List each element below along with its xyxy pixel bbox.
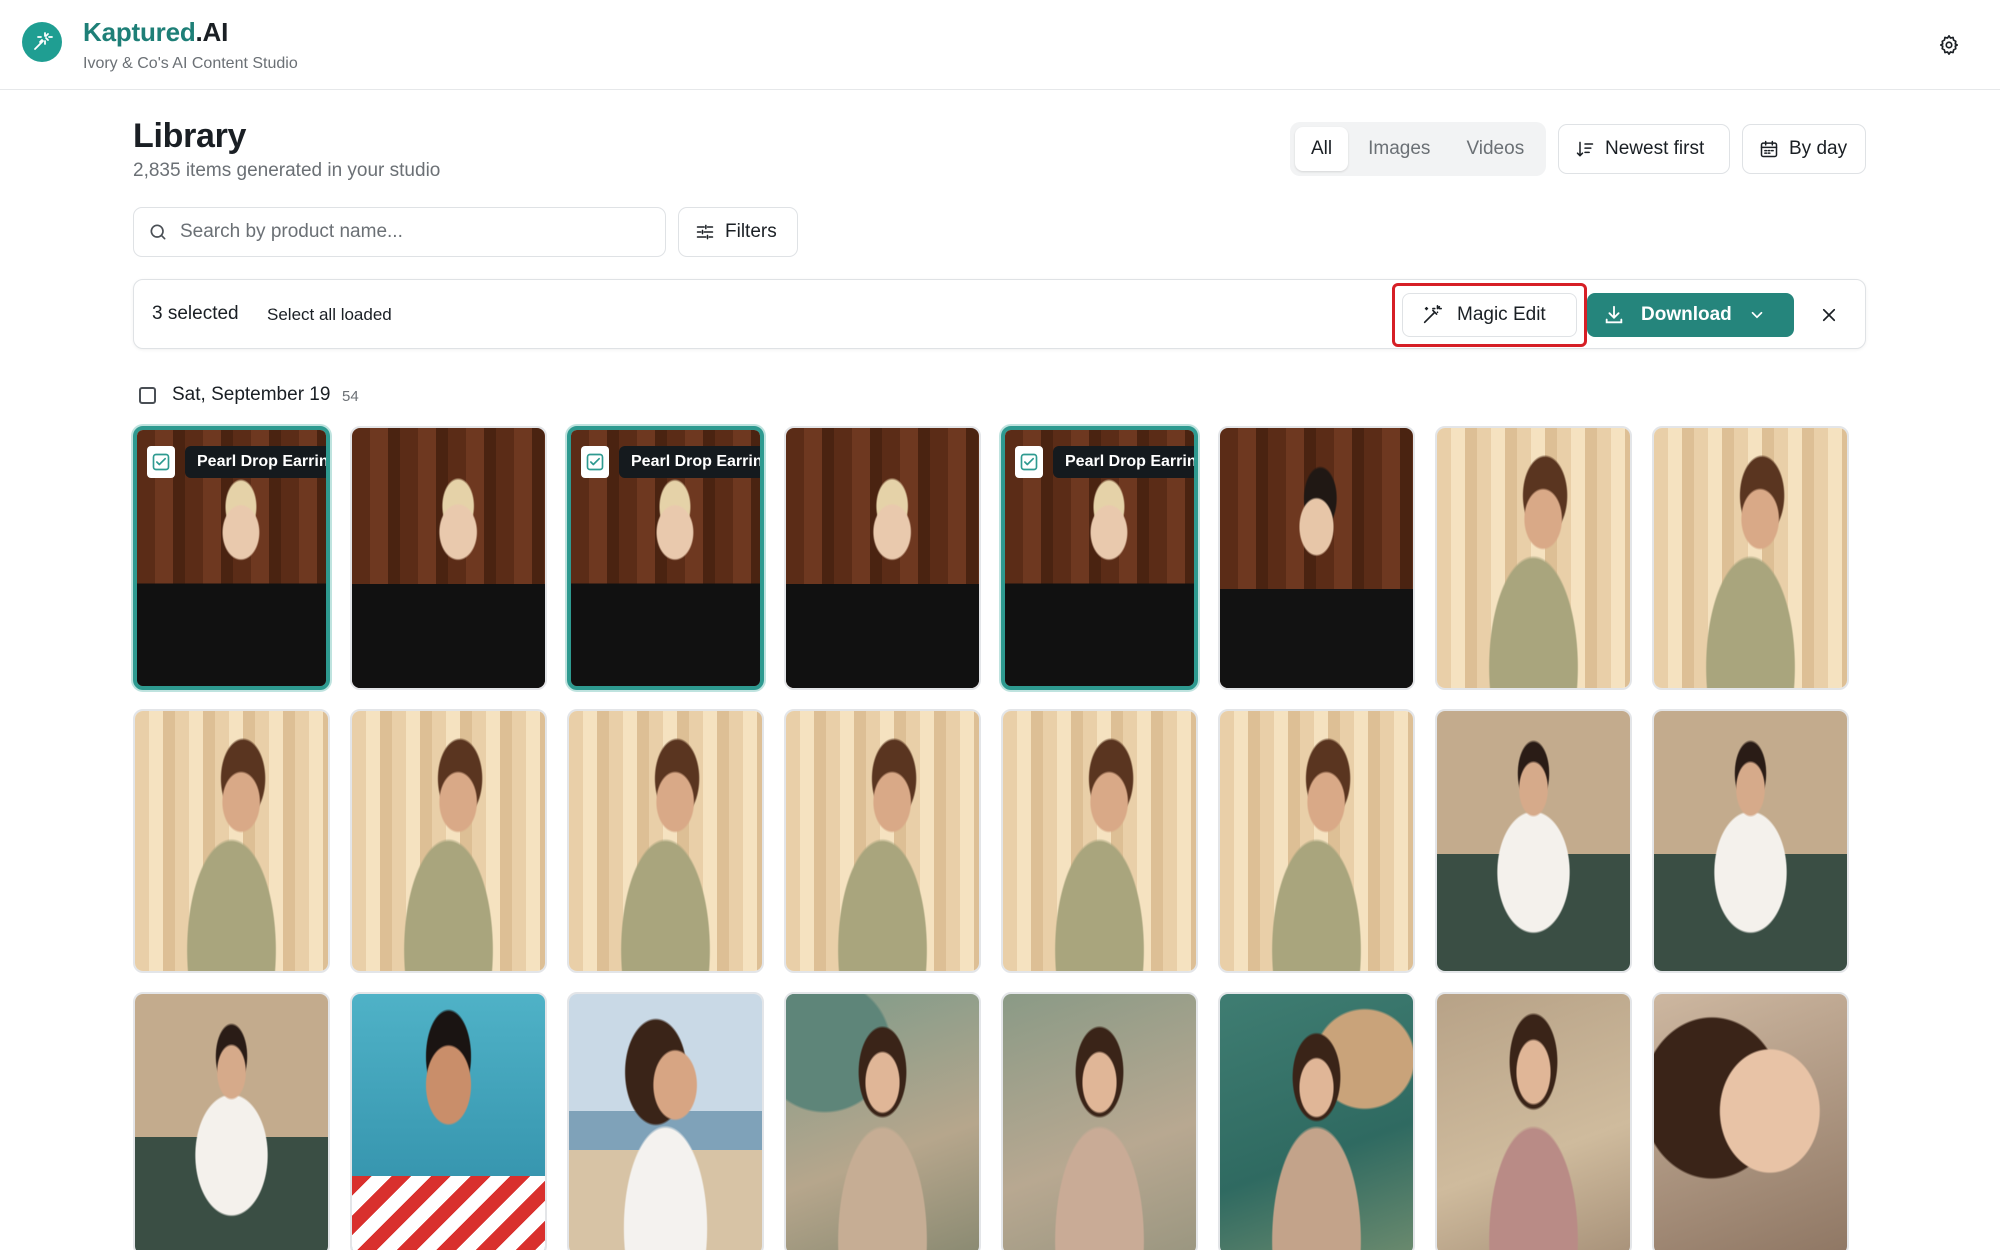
page-title: Library — [133, 117, 247, 155]
sliders-icon — [696, 224, 714, 240]
filter-images[interactable]: Images — [1352, 127, 1446, 171]
media-thumbnail — [1654, 994, 1847, 1250]
media-tile[interactable] — [1218, 709, 1415, 973]
group-item-count: 54 — [342, 388, 359, 405]
media-thumbnail — [786, 994, 979, 1250]
media-tile[interactable] — [133, 992, 330, 1250]
magic-edit-label: Magic Edit — [1457, 304, 1546, 325]
media-tile[interactable] — [133, 709, 330, 973]
media-thumbnail — [1437, 428, 1630, 688]
group-select-checkbox[interactable] — [139, 387, 156, 404]
media-tile[interactable] — [1652, 709, 1849, 973]
checked-icon — [152, 453, 170, 471]
media-thumbnail — [352, 428, 545, 688]
media-thumbnail — [352, 994, 545, 1250]
magic-wand-icon — [1423, 305, 1442, 324]
download-button[interactable]: Download — [1587, 293, 1794, 337]
tile-checkbox[interactable] — [581, 446, 609, 478]
tile-checkbox[interactable] — [1015, 446, 1043, 478]
media-thumbnail — [135, 711, 328, 971]
media-thumbnail — [1220, 711, 1413, 971]
media-thumbnail — [1220, 428, 1413, 688]
sort-label: Newest first — [1605, 138, 1705, 159]
chevron-down-icon[interactable] — [1748, 306, 1766, 324]
media-thumbnail — [569, 994, 762, 1250]
media-tile[interactable] — [1435, 992, 1632, 1250]
media-tile[interactable] — [784, 709, 981, 973]
media-tile[interactable] — [567, 992, 764, 1250]
media-thumbnail — [1654, 711, 1847, 971]
media-thumbnail — [352, 711, 545, 971]
page-subtitle: 2,835 items generated in your studio — [133, 160, 441, 181]
media-tile[interactable] — [1001, 709, 1198, 973]
selected-count: 3 selected — [152, 303, 239, 324]
media-thumbnail — [1003, 711, 1196, 971]
search-box — [133, 207, 666, 257]
search-input[interactable] — [180, 221, 640, 243]
media-tile[interactable] — [567, 709, 764, 973]
media-thumbnail — [1437, 994, 1630, 1250]
media-tile[interactable] — [350, 992, 547, 1250]
checked-icon — [586, 453, 604, 471]
product-tag: Pearl Drop Earrings — [185, 446, 326, 478]
close-icon — [1822, 308, 1836, 322]
sparkle-wand-icon — [34, 32, 53, 50]
filters-button[interactable]: Filters — [678, 207, 798, 257]
group-by-button[interactable]: By day — [1742, 124, 1866, 174]
media-tile[interactable] — [1218, 426, 1415, 690]
calendar-icon — [1760, 140, 1778, 158]
media-type-filter: All Images Videos — [1290, 122, 1546, 176]
logo — [22, 22, 62, 62]
magic-edit-button[interactable]: Magic Edit — [1402, 293, 1577, 337]
settings-button[interactable] — [1934, 30, 1964, 60]
media-thumbnail — [786, 428, 979, 688]
media-tile[interactable]: Pearl Drop Earrings — [133, 426, 330, 690]
media-tile[interactable] — [1435, 709, 1632, 973]
app-header: Kaptured.AI Ivory & Co's AI Content Stud… — [0, 0, 2000, 90]
media-tile[interactable] — [1652, 992, 1849, 1250]
group-by-label: By day — [1789, 138, 1848, 159]
brand-subtitle: Ivory & Co's AI Content Studio — [83, 55, 298, 72]
clear-selection-button[interactable] — [1814, 300, 1844, 330]
download-icon — [1605, 305, 1623, 324]
media-thumbnail — [1220, 994, 1413, 1250]
download-label: Download — [1641, 304, 1732, 325]
media-thumbnail — [569, 711, 762, 971]
media-tile[interactable]: Pearl Drop Earrings — [1001, 426, 1198, 690]
media-tile[interactable] — [350, 709, 547, 973]
media-tile[interactable] — [350, 426, 547, 690]
media-thumbnail — [1437, 711, 1630, 971]
media-tile[interactable] — [1218, 992, 1415, 1250]
brand-name: Kaptured.AI — [83, 17, 229, 47]
sort-button[interactable]: Newest first — [1558, 124, 1730, 174]
media-tile[interactable] — [1001, 992, 1198, 1250]
filter-all[interactable]: All — [1295, 127, 1349, 171]
filters-label: Filters — [725, 221, 777, 242]
media-tile[interactable] — [1652, 426, 1849, 690]
checked-icon — [1020, 453, 1038, 471]
media-tile[interactable] — [1435, 426, 1632, 690]
media-thumbnail — [786, 711, 979, 971]
product-tag: Pearl Drop Earrings — [1053, 446, 1194, 478]
select-all-loaded-link[interactable]: Select all loaded — [267, 305, 392, 325]
media-tile[interactable]: Pearl Drop Earrings — [567, 426, 764, 690]
tile-checkbox[interactable] — [147, 446, 175, 478]
media-tile[interactable] — [784, 992, 981, 1250]
sort-icon — [1576, 141, 1594, 157]
search-icon — [150, 224, 166, 240]
media-thumbnail — [1003, 994, 1196, 1250]
media-thumbnail — [135, 994, 328, 1250]
product-tag: Pearl Drop Earrings — [619, 446, 760, 478]
filter-videos[interactable]: Videos — [1450, 127, 1540, 171]
selection-toolbar: 3 selected Select all loaded 1 Magic Edi… — [133, 279, 1866, 349]
gear-icon — [1939, 35, 1959, 55]
media-tile[interactable] — [784, 426, 981, 690]
group-date-label: Sat, September 19 — [172, 384, 331, 405]
media-thumbnail — [1654, 428, 1847, 688]
